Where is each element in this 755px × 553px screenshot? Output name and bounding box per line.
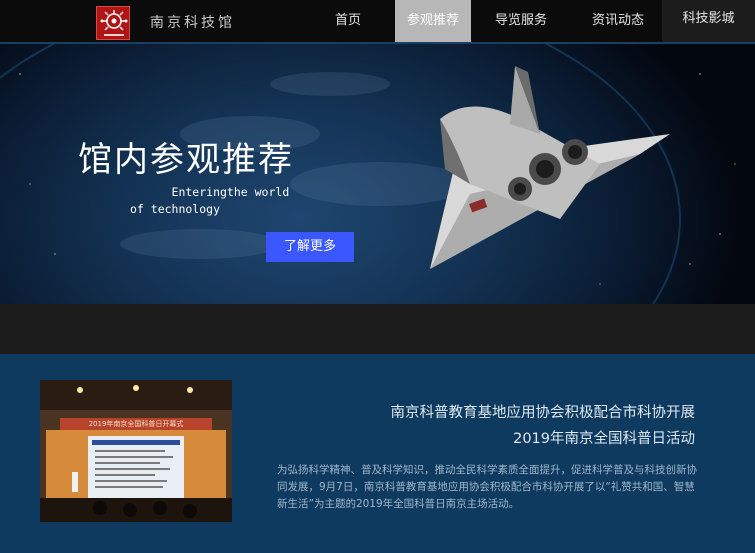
top-navigation: 南京科技馆 首页 参观推荐 导览服务 资讯动态 科技影城 bbox=[0, 0, 755, 44]
learn-more-button[interactable]: 了解更多 bbox=[266, 232, 354, 262]
nav-item-home[interactable]: 首页 bbox=[318, 0, 378, 42]
news-photo[interactable]: 2019年南京全国科普日开幕式 bbox=[40, 380, 232, 522]
logo-icon[interactable] bbox=[96, 6, 130, 40]
news-section: 2019年南京全国科普日开幕式 南京科普教育基地应用协会积极配合市科协开展 20… bbox=[0, 354, 755, 553]
section-divider bbox=[0, 304, 755, 354]
hero-subtitle: Enteringthe world of technology bbox=[130, 185, 290, 216]
news-title-line-2: 2019年南京全国科普日活动 bbox=[513, 431, 695, 447]
photo-banner-text: 2019年南京全国科普日开幕式 bbox=[88, 420, 184, 428]
nav-item-news[interactable]: 资讯动态 bbox=[580, 0, 656, 42]
news-title[interactable]: 南京科普教育基地应用协会积极配合市科协开展 2019年南京全国科普日活动 bbox=[391, 400, 696, 452]
nav-item-cinema[interactable]: 科技影城 bbox=[662, 0, 755, 42]
news-title-line-1: 南京科普教育基地应用协会积极配合市科协开展 bbox=[390, 405, 696, 421]
site-name: 南京科技馆 bbox=[150, 15, 235, 31]
nav-item-visit-recommend[interactable]: 参观推荐 bbox=[395, 0, 471, 42]
nav-item-guide-service[interactable]: 导览服务 bbox=[483, 0, 559, 42]
hero-title: 馆内参观推荐 bbox=[78, 140, 294, 180]
news-summary: 为弘扬科学精神、普及科学知识，推动全民科学素质全面提升，促进科学普及与科技创新协… bbox=[277, 464, 697, 510]
hero-banner: 馆内参观推荐 Enteringthe world of technology 了… bbox=[0, 44, 755, 304]
